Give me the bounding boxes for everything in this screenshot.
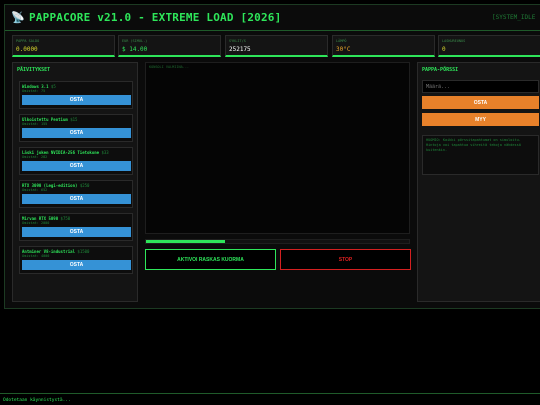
stat-label: SYKLIT/S (229, 39, 246, 43)
buy-upgrade-button[interactable]: OSTA (22, 128, 131, 138)
buy-upgrade-button[interactable]: OSTA (22, 227, 131, 237)
upgrade-owned: Omistat: 282 (22, 155, 48, 159)
buy-upgrade-button[interactable]: OSTA (22, 260, 131, 270)
header: 📡 PAPPACORE v21.0 - EXTREME LOAD [2026] … (5, 5, 540, 31)
upgrade-price: $5 (50, 84, 56, 89)
upgrade-owned: Omistat: 2000 (22, 221, 50, 225)
satellite-dish-icon: 📡 (11, 11, 25, 24)
buy-upgrade-button[interactable]: OSTA (22, 194, 131, 204)
stat-value: 0 (442, 46, 446, 53)
stat-syklit: SYKLIT/S 252175 (225, 35, 328, 57)
upgrade-price: $15 (70, 117, 78, 122)
upgrades-panel: PÄIVITYKSET Windows 3.1 $5 Omistat: 75 O… (12, 62, 138, 302)
stat-label: EUR (SIMUL.) (122, 39, 148, 43)
stat-pappa-saldo: PAPPA SALDO 0.0000 (12, 35, 115, 57)
exchange-title: PAPPA-PÖRSSI (422, 67, 459, 73)
stat-label: LASKUREUNUS (442, 39, 466, 43)
upgrade-item: Ulkoistettu Pentium $15 Omistat: 155 OST… (19, 114, 133, 142)
system-status: [SYSTEM_IDLE (492, 14, 536, 21)
console-label: KONSOLI VALMIINA... (149, 65, 190, 69)
app-window: 📡 PAPPACORE v21.0 - EXTREME LOAD [2026] … (4, 4, 540, 309)
stop-button[interactable]: STOP (280, 249, 411, 270)
console-output[interactable]: KONSOLI VALMIINA... (145, 62, 410, 234)
amount-input[interactable] (422, 80, 539, 93)
upgrade-price: $1500 (77, 249, 90, 254)
stat-value: 30°C (336, 46, 351, 53)
upgrade-item: Windows 3.1 $5 Omistat: 75 OSTA (19, 81, 133, 109)
upgrades-title: PÄIVITYKSET (17, 67, 51, 73)
stat-label: PAPPA SALDO (16, 39, 40, 43)
exchange-note: HUOMIO: Kaikki pörssitapahtumat on simul… (422, 135, 539, 175)
stat-value: $ 14.00 (122, 46, 148, 53)
stat-value: 252175 (229, 46, 251, 53)
activate-load-button[interactable]: AKTIVOI RASKAS KUORMA (145, 249, 276, 270)
upgrade-price: $750 (60, 216, 71, 221)
buy-upgrade-button[interactable]: OSTA (22, 161, 131, 171)
stat-laskureunus: LASKUREUNUS 0 (438, 35, 540, 57)
upgrade-owned: Omistat: 4000 (22, 254, 50, 258)
upgrade-item: Antminer V8-industrial $1500 Omistat: 40… (19, 246, 133, 274)
status-footer: Odotetaan käynnistystä... (0, 393, 540, 405)
exchange-sell-button[interactable]: MYY (422, 113, 539, 126)
stat-label: LÄMPÖ (336, 39, 347, 43)
upgrade-price: $33 (101, 150, 109, 155)
buy-upgrade-button[interactable]: OSTA (22, 95, 131, 105)
stat-value: 0.0000 (16, 46, 38, 53)
upgrade-item: Mirvan RTX 5090 $750 Omistat: 2000 OSTA (19, 213, 133, 241)
stat-eur: EUR (SIMUL.) $ 14.00 (118, 35, 221, 57)
app-title: PAPPACORE v21.0 - EXTREME LOAD [2026] (29, 11, 282, 24)
upgrade-owned: Omistat: 652 (22, 188, 48, 192)
upgrade-owned: Omistat: 75 (22, 89, 46, 93)
footer-status-text: Odotetaan käynnistystä... (3, 398, 71, 403)
progress-bar (145, 239, 410, 244)
exchange-buy-button[interactable]: OSTA (422, 96, 539, 109)
stat-lampo: LÄMPÖ 30°C (332, 35, 435, 57)
upgrade-owned: Omistat: 155 (22, 122, 48, 126)
progress-fill (146, 240, 225, 243)
upgrade-price: $250 (79, 183, 90, 188)
upgrade-item: RTX 3090 (Legi-edition) $250 Omistat: 65… (19, 180, 133, 208)
upgrade-item: Läski joken NVIDIA-256 Tietokone $33 Omi… (19, 147, 133, 175)
